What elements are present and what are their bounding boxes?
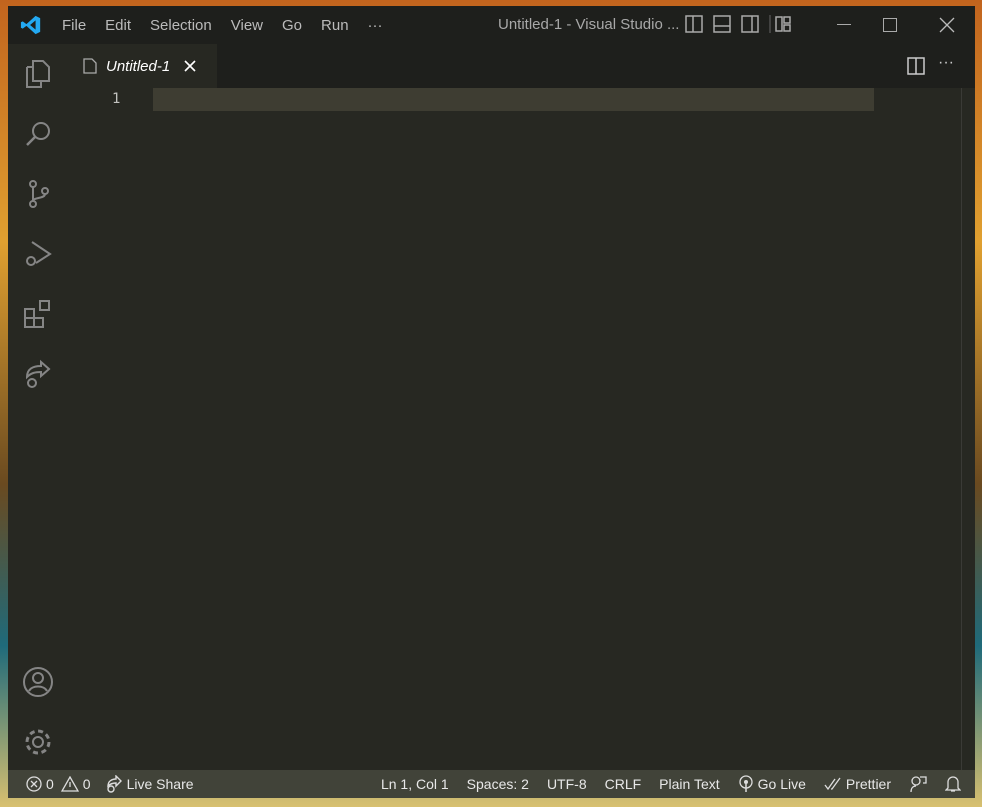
window-title: Untitled-1 - Visual Studio ... <box>498 16 680 33</box>
split-editor-icon[interactable] <box>907 57 925 75</box>
prettier-label: Prettier <box>845 776 891 792</box>
editor-area[interactable]: 1 <box>68 88 975 770</box>
encoding[interactable]: UTF-8 <box>547 776 587 792</box>
live-share-status[interactable]: Live Share <box>105 775 194 793</box>
toggle-primary-sidebar-icon[interactable] <box>684 15 704 33</box>
menu-view[interactable]: View <box>231 17 263 34</box>
menu-go[interactable]: Go <box>282 17 302 34</box>
menu-selection[interactable]: Selection <box>150 17 212 34</box>
tab-untitled-1[interactable]: Untitled-1 <box>68 44 217 88</box>
end-of-line[interactable]: CRLF <box>605 776 642 792</box>
extensions-icon[interactable] <box>20 296 56 332</box>
toggle-secondary-sidebar-icon[interactable] <box>740 15 760 33</box>
explorer-icon[interactable] <box>20 56 56 92</box>
file-icon <box>83 58 97 74</box>
search-icon[interactable] <box>20 116 56 152</box>
go-live-button[interactable]: Go Live <box>738 775 806 793</box>
activity-bar <box>8 44 68 770</box>
notifications-bell-icon[interactable] <box>945 775 961 793</box>
indentation[interactable]: Spaces: 2 <box>467 776 529 792</box>
broadcast-icon <box>738 775 753 792</box>
menu-more[interactable]: ··· <box>368 17 383 34</box>
prettier-status[interactable]: Prettier <box>824 776 891 792</box>
customize-layout-icon[interactable] <box>768 15 792 33</box>
error-icon <box>26 776 42 792</box>
live-share-icon[interactable] <box>20 356 56 392</box>
live-share-label: Live Share <box>126 776 194 792</box>
vscode-window: File Edit Selection View Go Run ··· Unti… <box>8 6 975 798</box>
line-number: 1 <box>112 91 121 107</box>
status-bar: 0 0 Live Share Ln 1, Col 1 Spaces: 2 UTF… <box>8 770 975 798</box>
tab-label: Untitled-1 <box>106 57 171 75</box>
cursor-position[interactable]: Ln 1, Col 1 <box>381 776 449 792</box>
warning-icon <box>60 776 79 792</box>
vscode-logo-icon <box>8 14 54 36</box>
maximize-button[interactable] <box>867 6 913 44</box>
accounts-icon[interactable] <box>20 664 56 700</box>
feedback-icon[interactable] <box>909 775 927 793</box>
menu-edit[interactable]: Edit <box>105 17 131 34</box>
error-count: 0 <box>46 776 54 792</box>
current-line-highlight <box>153 88 874 111</box>
settings-gear-icon[interactable] <box>20 724 56 760</box>
menu-file[interactable]: File <box>62 17 86 34</box>
run-debug-icon[interactable] <box>20 236 56 272</box>
title-bar: File Edit Selection View Go Run ··· Unti… <box>8 6 975 44</box>
close-window-button[interactable] <box>924 6 970 44</box>
vertical-scrollbar[interactable] <box>961 88 975 770</box>
problems-status[interactable]: 0 0 <box>26 776 91 792</box>
toggle-panel-icon[interactable] <box>712 15 732 33</box>
language-mode[interactable]: Plain Text <box>659 776 719 792</box>
more-actions-icon[interactable]: ··· <box>938 54 954 72</box>
close-tab-icon[interactable] <box>184 60 196 72</box>
double-check-icon <box>824 777 841 791</box>
minimize-button[interactable] <box>821 6 867 44</box>
live-share-icon <box>106 775 122 793</box>
menu-bar: File Edit Selection View Go Run ··· <box>62 17 402 34</box>
menu-run[interactable]: Run <box>321 17 349 34</box>
tab-bar: Untitled-1 ··· <box>68 44 975 88</box>
warning-count: 0 <box>82 776 91 792</box>
source-control-icon[interactable] <box>20 176 56 212</box>
go-live-label: Go Live <box>757 776 806 792</box>
